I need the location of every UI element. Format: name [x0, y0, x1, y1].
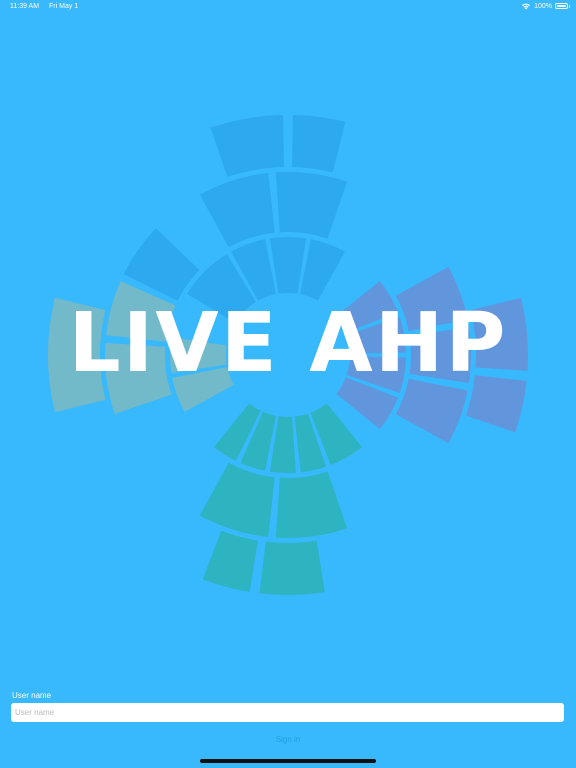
logo-segment-16	[275, 172, 347, 239]
logo-segment-21	[199, 462, 275, 537]
logo-segment-3	[300, 239, 345, 301]
logo-segment-26	[291, 115, 346, 173]
logo-segment-29	[259, 540, 325, 595]
username-input[interactable]	[11, 703, 564, 722]
logo-segment-20	[275, 471, 347, 538]
logo-title: LIVE AHP	[68, 296, 508, 391]
logo-segment-30	[202, 530, 258, 592]
username-label: User name	[12, 691, 52, 700]
sign-in-button[interactable]: Sign in	[238, 732, 338, 746]
logo-segment-2	[269, 237, 307, 294]
home-indicator	[200, 759, 376, 763]
logo-segment-15	[199, 173, 275, 248]
logo-segment-25	[210, 115, 285, 178]
